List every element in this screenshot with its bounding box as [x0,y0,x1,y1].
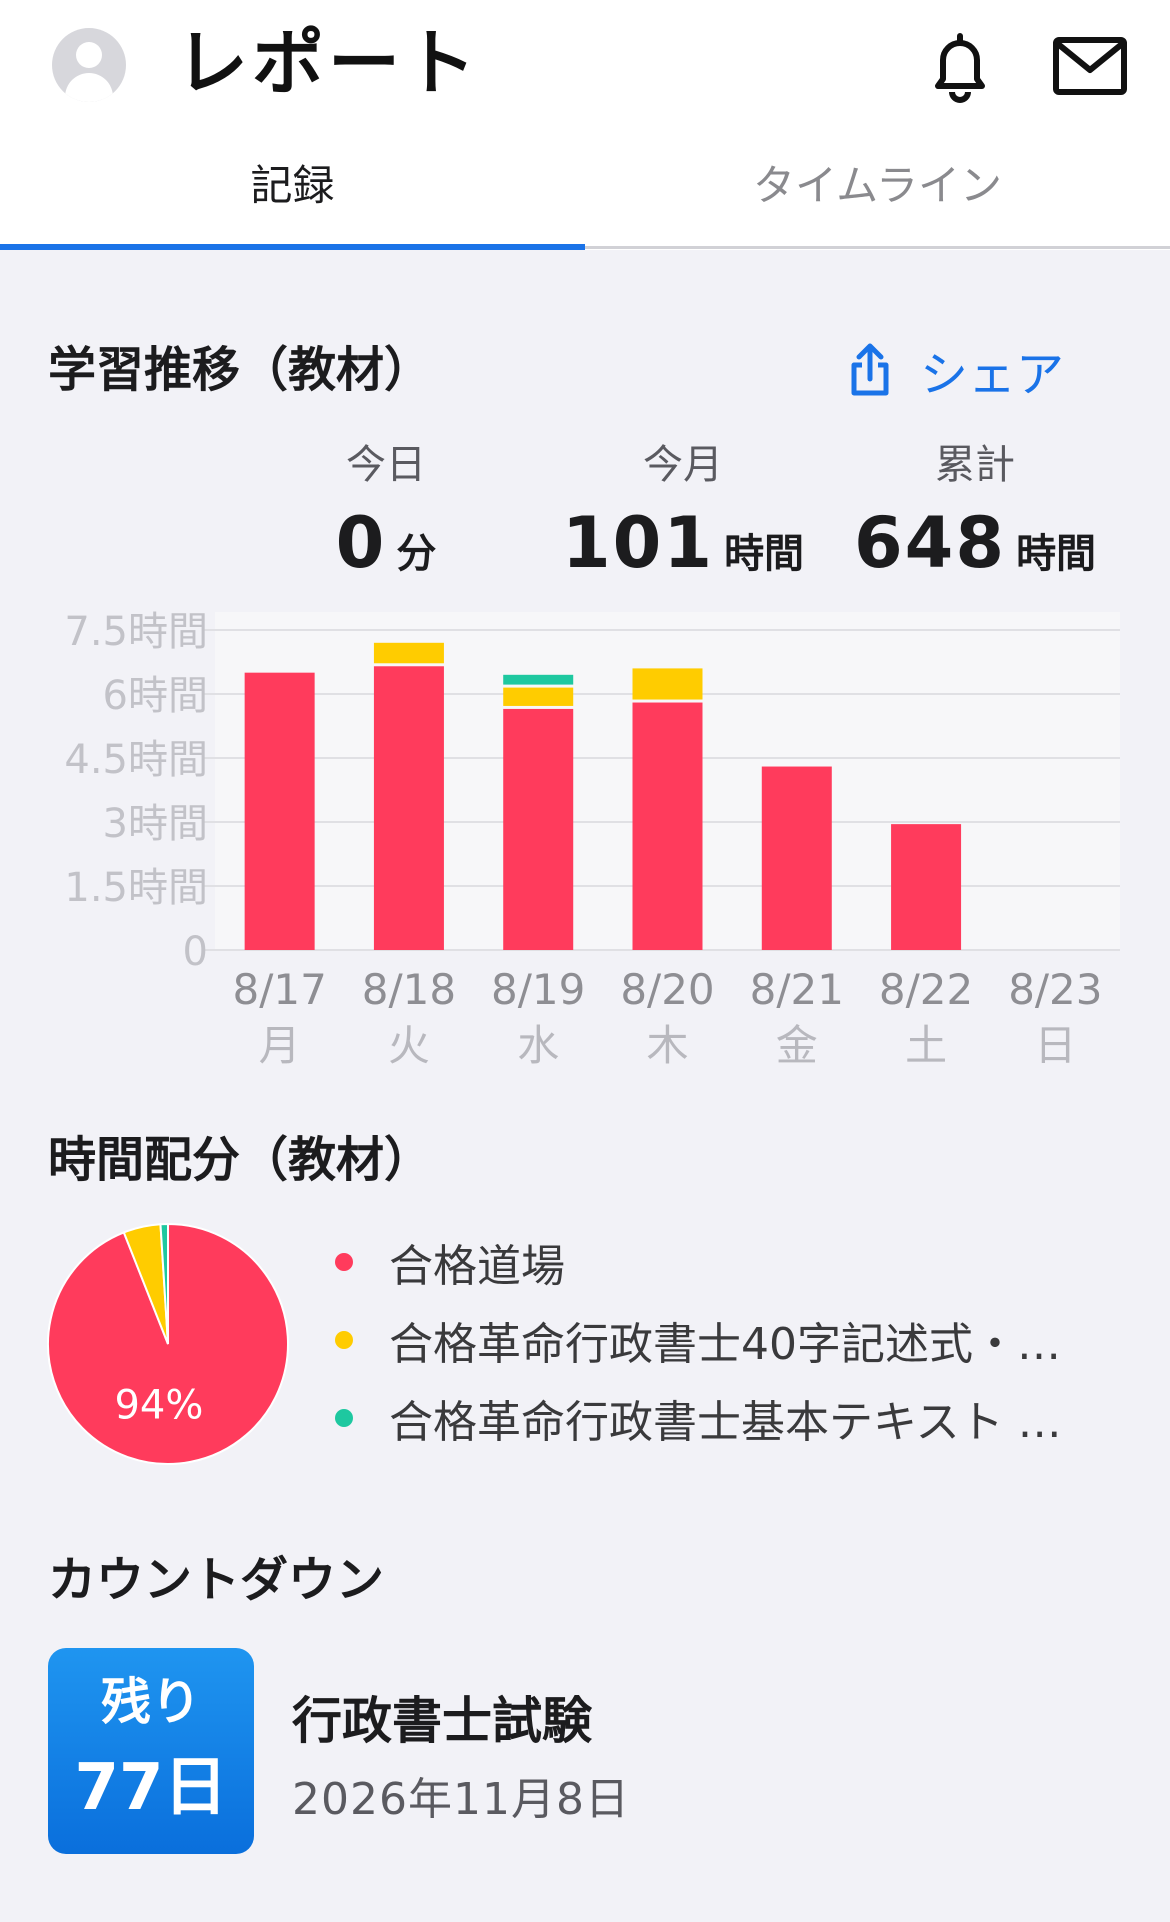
user-avatar-icon[interactable] [52,28,126,102]
bar-segment [503,674,574,685]
tab-bar: 記録 タイムライン [0,130,1170,250]
x-weekday-label: 木 [646,1021,688,1070]
study-trend-bar-chart: 0 1.5時間 3時間 4.5時間 6時間 7.5時間 8/17 月 8/18 火 8/19 水 8/2… [64,609,1120,1070]
legend-item[interactable]: 合格革命行政書士40字記述式・… [335,1310,1061,1370]
stat-unit: 時間 [724,531,805,577]
x-tick-label: 8/21 [750,965,844,1014]
stat-unit: 分 [396,531,437,577]
exam-date: 2026年11月8日 [292,1774,630,1825]
legend-dot [335,1331,353,1349]
bar-segment [503,687,574,706]
share-button[interactable]: シェア [850,335,1064,405]
countdown-section-title: カウントダウン [48,1552,385,1608]
y-tick-label: 3時間 [103,801,208,847]
bell-icon[interactable] [922,28,998,104]
y-tick-label: 4.5時間 [64,737,208,783]
stat-label: 累計 [935,442,1015,488]
badge-days: 77日 [74,1751,228,1825]
y-tick-label: 0 [183,929,208,975]
legend-item[interactable]: 合格革命行政書士基本テキスト … [335,1388,1062,1448]
bar-segment [244,672,315,950]
stat-value-row: 101 時間 [538,503,828,583]
x-weekday-label: 日 [1034,1021,1076,1070]
legend-label: 合格道場 [389,1241,565,1292]
avatar-head [76,42,102,68]
stat-value-row: 648 時間 [830,503,1120,583]
x-tick-label: 8/17 [232,965,326,1014]
legend-label: 合格革命行政書士40字記述式・… [389,1319,1061,1370]
stat-today: 今日 0分 [241,435,531,583]
header-area: レポート 記録 タイムライン [0,0,1170,250]
bar-segment [761,766,832,950]
bar-segment [373,666,444,950]
countdown-badge[interactable]: 残り 77日 [48,1648,254,1854]
avatar-body [65,73,113,102]
x-tick-label: 8/19 [491,965,585,1014]
y-tick-label: 1.5時間 [64,865,208,911]
x-weekday-label: 金 [776,1021,818,1070]
stat-value: 648 [853,502,1007,584]
stat-label: 今月 [643,442,723,488]
x-tick-label: 8/23 [1008,965,1102,1014]
x-tick-label: 8/22 [879,965,973,1014]
bar-segment [632,668,703,700]
y-tick-label: 6時間 [103,673,208,719]
stat-total: 累計 648 時間 [830,435,1120,583]
y-tick-label: 7.5時間 [64,609,208,655]
x-weekday-label: 火 [388,1021,430,1070]
bar-segment [373,642,444,664]
stat-label: 今日 [346,442,426,488]
share-icon [851,343,889,396]
stat-value: 101 [561,502,715,584]
legend-label: 合格革命行政書士基本テキスト … [389,1397,1062,1448]
bar-segment [503,708,574,950]
x-tick-label: 8/18 [362,965,456,1014]
page-title: レポート [176,21,481,105]
pie-slice-label: 94% [114,1382,203,1428]
stat-month: 今月 101 時間 [538,435,828,583]
stat-unit: 時間 [1016,531,1097,577]
x-tick-label: 8/20 [620,965,714,1014]
allocation-section-title: 時間配分（教材） [48,1132,433,1188]
x-weekday-label: 月 [259,1021,301,1070]
tab-record[interactable]: 記録 [0,130,585,242]
x-weekday-label: 土 [905,1021,947,1070]
stat-value: 0 [335,502,387,584]
badge-remaining-label: 残り [101,1673,201,1731]
bar-segment [632,702,703,950]
exam-name[interactable]: 行政書士試験 [292,1686,592,1756]
share-label: シェア [920,347,1065,403]
time-allocation-pie-chart: 94% [47,1222,289,1465]
legend-dot [335,1409,353,1427]
stat-value-row: 0分 [241,503,531,583]
legend-dot [335,1253,353,1271]
tab-active-indicator [0,244,585,250]
tab-timeline[interactable]: タイムライン [585,130,1170,242]
trend-section-title: 学習推移（教材） [48,342,433,398]
mail-icon[interactable] [1052,36,1128,96]
x-weekday-label: 水 [517,1021,559,1070]
legend-item[interactable]: 合格道場 [335,1232,565,1292]
bar-segment [891,824,962,950]
